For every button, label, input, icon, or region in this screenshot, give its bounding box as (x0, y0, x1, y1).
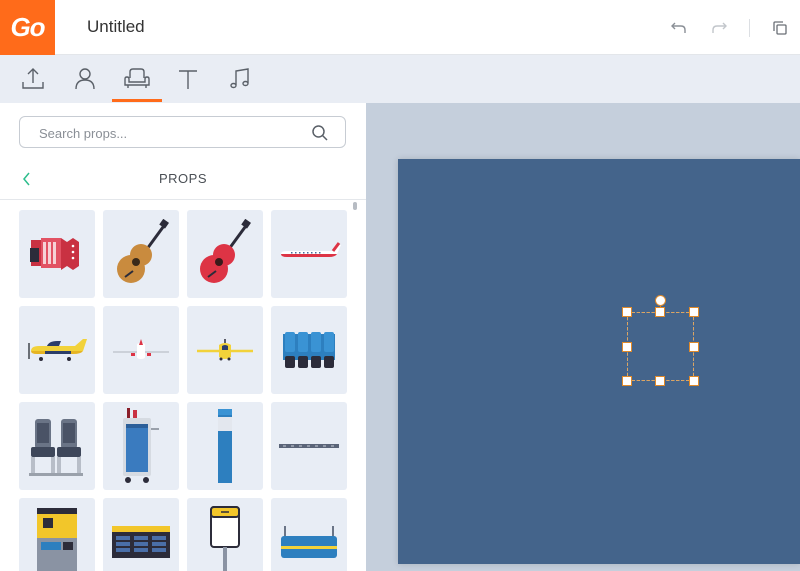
prop-tile-yellow-biplane[interactable] (187, 306, 263, 394)
acoustic-guitar-icon (117, 219, 169, 283)
prop-tile-airport-sign[interactable] (187, 498, 263, 571)
panel-title: PROPS (158, 171, 207, 186)
search-input[interactable] (39, 123, 309, 143)
person-icon (75, 68, 95, 90)
red-guitar-icon (200, 219, 251, 283)
redo-icon (712, 22, 727, 33)
resize-handle-bottom-right[interactable] (689, 376, 699, 386)
runway-strip-icon (279, 444, 339, 448)
tab-upload[interactable] (8, 55, 58, 103)
airport-pillar-icon (218, 409, 232, 483)
duplicate-button[interactable] (760, 8, 800, 48)
top-bar: Go Untitled (0, 0, 800, 55)
tab-text[interactable] (163, 55, 213, 103)
search-box (19, 116, 346, 148)
prop-tile-departure-board[interactable] (103, 498, 179, 571)
prop-tile-small-airliner[interactable] (103, 306, 179, 394)
airplane-seats-icon (29, 419, 83, 476)
resize-handle-top[interactable] (655, 307, 665, 317)
prop-tile-jet-airliner[interactable] (271, 210, 347, 298)
undo-icon (671, 22, 686, 33)
baggage-scanner-icon (281, 526, 337, 558)
duplicate-icon (773, 20, 787, 35)
resize-handle-bottom-left[interactable] (622, 376, 632, 386)
redo-button[interactable] (699, 8, 739, 48)
header-actions (659, 0, 800, 55)
armchair-icon (124, 68, 150, 88)
resize-handle-left[interactable] (622, 342, 632, 352)
drinks-trolley-icon (123, 408, 159, 483)
scrollbar-thumb[interactable] (353, 202, 357, 210)
prop-tile-airport-seat-row[interactable] (271, 306, 347, 394)
upload-icon (22, 68, 44, 89)
prop-tile-drinks-trolley[interactable] (103, 402, 179, 490)
resize-handle-right[interactable] (689, 342, 699, 352)
canvas-area (366, 103, 800, 571)
resize-handle-top-left[interactable] (622, 307, 632, 317)
music-note-icon (230, 68, 249, 89)
app-logo-text: Go (10, 12, 45, 42)
prop-tile-accordion[interactable] (19, 210, 95, 298)
jet-airliner-icon (281, 242, 341, 257)
yellow-biplane-icon (197, 339, 253, 361)
yellow-propeller-plane-icon (28, 339, 87, 361)
selection-box[interactable] (627, 312, 694, 381)
prop-tile-airplane-seats[interactable] (19, 402, 95, 490)
undo-button[interactable] (659, 8, 699, 48)
prop-tile-airport-pillar[interactable] (187, 402, 263, 490)
props-panel: PROPS (0, 103, 366, 571)
prop-tile-yellow-propeller-plane[interactable] (19, 306, 95, 394)
rotate-handle[interactable] (655, 295, 666, 306)
app-logo[interactable]: Go (0, 0, 55, 55)
airport-seat-row-icon (283, 332, 335, 368)
departure-board-icon (112, 526, 170, 558)
accordion-icon (30, 238, 79, 270)
panel-scrollbar[interactable] (353, 202, 358, 571)
panel-divider (0, 199, 366, 200)
resize-handle-top-right[interactable] (689, 307, 699, 317)
text-icon (179, 70, 197, 89)
tab-characters[interactable] (60, 55, 110, 103)
prop-tile-baggage-scanner[interactable] (271, 498, 347, 571)
check-in-kiosk-icon (37, 508, 77, 571)
prop-tile-red-guitar[interactable] (187, 210, 263, 298)
tab-props[interactable] (112, 55, 162, 103)
prop-tile-runway-strip[interactable] (271, 402, 347, 490)
airport-sign-icon (210, 506, 240, 571)
header-separator (749, 18, 750, 37)
document-title[interactable]: Untitled (87, 17, 145, 37)
prop-tile-acoustic-guitar[interactable] (103, 210, 179, 298)
resize-handle-bottom[interactable] (655, 376, 665, 386)
tool-tabs (0, 55, 800, 103)
tab-music[interactable] (215, 55, 265, 103)
scene-canvas[interactable] (398, 159, 800, 564)
search-icon[interactable] (311, 124, 329, 142)
prop-tile-check-in-kiosk[interactable] (19, 498, 95, 571)
small-airliner-icon (113, 339, 169, 359)
props-grid (19, 210, 349, 571)
